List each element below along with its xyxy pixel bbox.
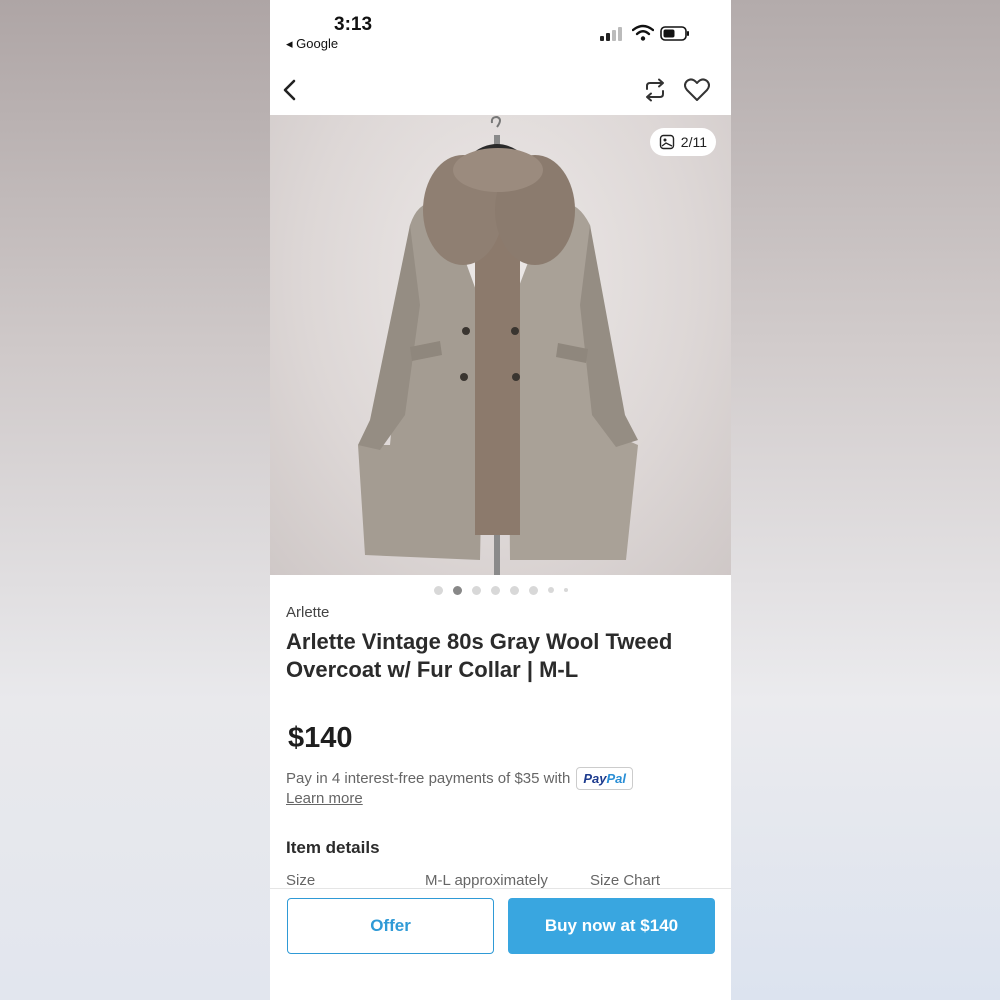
item-details-heading: Item details: [286, 838, 380, 857]
status-bar: 3:13 ◂ Google: [270, 0, 731, 60]
carousel-dots: [270, 584, 731, 596]
photo-counter-text: 2/11: [680, 134, 707, 150]
background-left: [0, 0, 270, 1000]
size-value: M-L approximately: [425, 872, 548, 889]
coat-photo: [358, 115, 638, 575]
size-label: Size: [286, 872, 316, 889]
product-image[interactable]: 2/11: [270, 115, 731, 575]
installments-text: Pay in 4 interest-free payments of $35 w…: [286, 770, 571, 787]
back-arrow-icon[interactable]: [274, 74, 306, 106]
cellular-signal-icon: [600, 27, 624, 41]
bottom-action-bar: Offer Buy now at $140: [270, 888, 731, 1000]
carousel-dot[interactable]: [509, 585, 519, 595]
wifi-icon: [632, 24, 654, 41]
carousel-dot[interactable]: [433, 585, 443, 595]
carousel-dot[interactable]: [471, 585, 481, 595]
photos-icon: [659, 134, 674, 150]
carousel-dot[interactable]: [547, 587, 554, 593]
paypal-logo: PayPal: [576, 767, 633, 790]
offer-button[interactable]: Offer: [287, 898, 494, 954]
carousel-dot-active[interactable]: [452, 585, 462, 595]
back-to-app-link[interactable]: ◂ Google: [286, 36, 338, 52]
background-right: [730, 0, 1000, 1000]
carousel-dot[interactable]: [528, 585, 538, 595]
listing-price: $140: [288, 722, 353, 754]
heart-icon[interactable]: [681, 74, 713, 106]
buy-now-button[interactable]: Buy now at $140: [508, 898, 715, 954]
battery-icon: [660, 26, 689, 41]
clock: 3:13: [334, 14, 373, 35]
carousel-dot[interactable]: [563, 588, 568, 592]
share-icon[interactable]: [639, 74, 671, 106]
size-chart-link[interactable]: Size Chart: [590, 872, 660, 889]
phone-screen: 3:13 ◂ Google 2/11 Arlette Arlette Vinta…: [270, 0, 731, 1000]
carousel-dot[interactable]: [490, 585, 500, 595]
photo-counter: 2/11: [649, 128, 716, 156]
installments-info: Pay in 4 interest-free payments of $35 w…: [286, 767, 633, 790]
learn-more-link[interactable]: Learn more: [286, 790, 363, 807]
top-nav: [270, 68, 731, 114]
brand-link[interactable]: Arlette: [286, 604, 329, 621]
listing-title: Arlette Vintage 80s Gray Wool Tweed Over…: [286, 629, 673, 682]
